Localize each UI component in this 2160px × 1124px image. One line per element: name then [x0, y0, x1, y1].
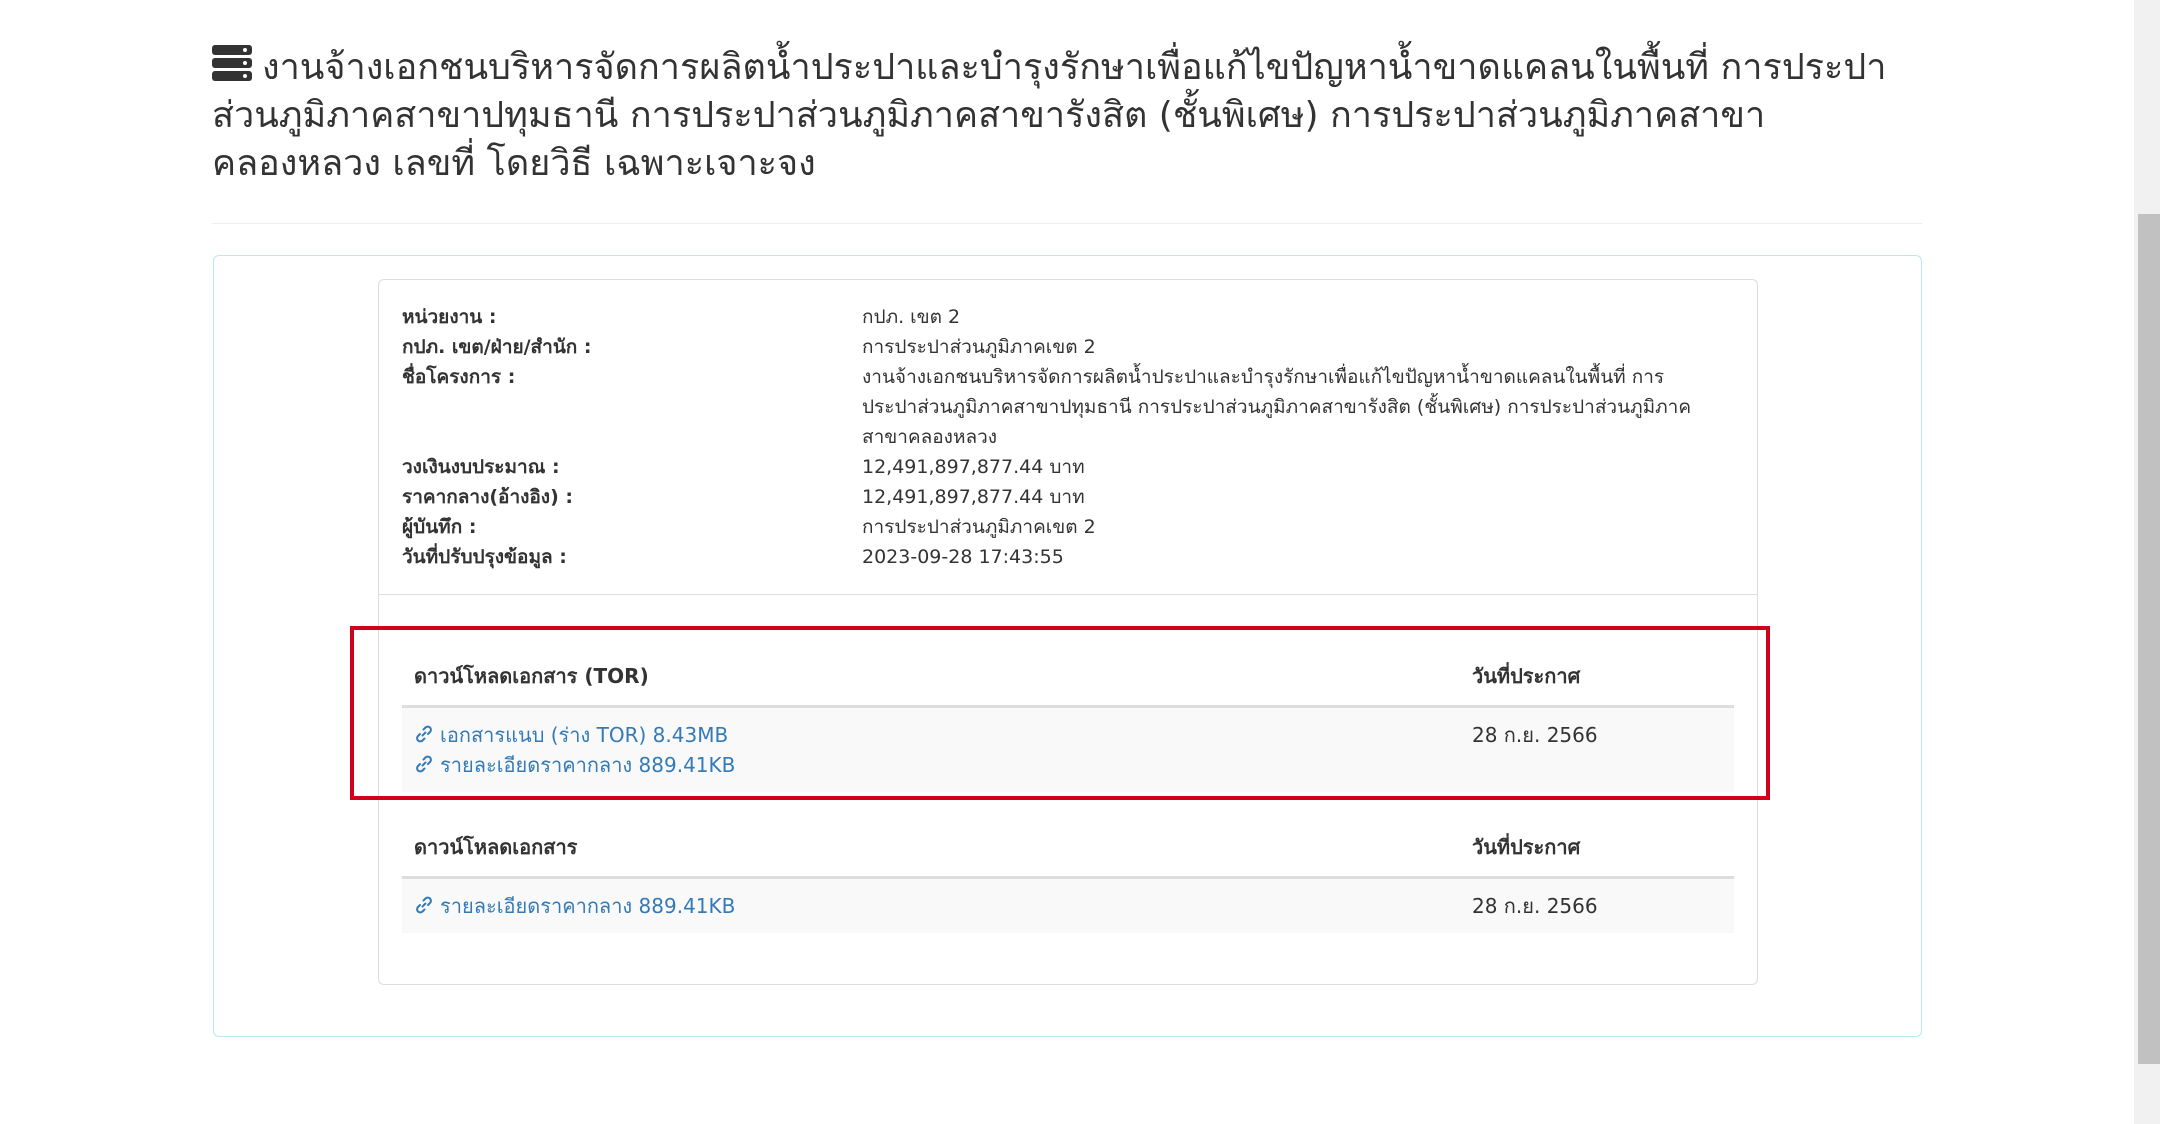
- info-row-project-name: ชื่อโครงการ : งานจ้างเอกชนบริหารจัดการผล…: [402, 362, 1722, 452]
- info-value: 2023-09-28 17:43:55: [862, 546, 1064, 568]
- scrollbar-thumb[interactable]: [2138, 214, 2160, 1064]
- page: งานจ้างเอกชนบริหารจัดการผลิตน้ำประปาและบ…: [0, 0, 2160, 1124]
- reference-price-link[interactable]: รายละเอียดราคากลาง 889.41KB: [414, 750, 1460, 780]
- page-title: งานจ้างเอกชนบริหารจัดการผลิตน้ำประปาและบ…: [212, 44, 1922, 188]
- documents-download-table: ดาวน์โหลดเอกสาร วันที่ประกาศ รายละเอียดร…: [402, 818, 1734, 933]
- info-section-divider: [378, 594, 1758, 595]
- column-header-download-tor: ดาวน์โหลดเอกสาร (TOR): [402, 647, 1460, 708]
- table-row: รายละเอียดราคากลาง 889.41KB 28 ก.ย. 2566: [402, 877, 1734, 933]
- info-label: ราคากลาง(อ้างอิง) :: [402, 486, 573, 508]
- info-value: การประปาส่วนภูมิภาคเขต 2: [862, 516, 1096, 538]
- document-links-cell: เอกสารแนบ (ร่าง TOR) 8.43MB รายละเอียดรา…: [402, 706, 1460, 792]
- info-label: วันที่ปรับปรุงข้อมูล :: [402, 546, 567, 568]
- info-value: งานจ้างเอกชนบริหารจัดการผลิตน้ำประปาและบ…: [862, 366, 1692, 448]
- link-icon: [416, 896, 432, 914]
- link-label: รายละเอียดราคากลาง 889.41KB: [440, 894, 736, 918]
- info-value: การประปาส่วนภูมิภาคเขต 2: [862, 336, 1096, 358]
- info-row-recorder: ผู้บันทึก : การประปาส่วนภูมิภาคเขต 2: [402, 512, 1722, 542]
- info-row-updated: วันที่ปรับปรุงข้อมูล : 2023-09-28 17:43:…: [402, 542, 1722, 572]
- info-value: 12,491,897,877.44 บาท: [862, 486, 1085, 508]
- table-row: เอกสารแนบ (ร่าง TOR) 8.43MB รายละเอียดรา…: [402, 706, 1734, 792]
- link-icon: [416, 725, 432, 743]
- info-label: ผู้บันทึก :: [402, 516, 477, 538]
- reference-price-link[interactable]: รายละเอียดราคากลาง 889.41KB: [414, 891, 1460, 921]
- page-title-text: งานจ้างเอกชนบริหารจัดการผลิตน้ำประปาและบ…: [212, 47, 1887, 184]
- announce-date-cell: 28 ก.ย. 2566: [1460, 706, 1734, 792]
- info-row-division: กปภ. เขต/ฝ่าย/สำนัก : การประปาส่วนภูมิภา…: [402, 332, 1722, 362]
- column-header-download-documents: ดาวน์โหลดเอกสาร: [402, 818, 1460, 879]
- info-row-budget: วงเงินงบประมาณ : 12,491,897,877.44 บาท: [402, 452, 1722, 482]
- tor-attachment-link[interactable]: เอกสารแนบ (ร่าง TOR) 8.43MB: [414, 720, 1460, 750]
- table-header-row: ดาวน์โหลดเอกสาร วันที่ประกาศ: [402, 818, 1734, 879]
- header-divider: [212, 223, 1922, 224]
- link-label: เอกสารแนบ (ร่าง TOR) 8.43MB: [440, 723, 729, 747]
- info-row-reference-price: ราคากลาง(อ้างอิง) : 12,491,897,877.44 บา…: [402, 482, 1722, 512]
- page-header: งานจ้างเอกชนบริหารจัดการผลิตน้ำประปาและบ…: [212, 44, 1922, 188]
- table-header-row: ดาวน์โหลดเอกสาร (TOR) วันที่ประกาศ: [402, 647, 1734, 708]
- column-header-announce-date: วันที่ประกาศ: [1460, 818, 1734, 879]
- tor-download-table: ดาวน์โหลดเอกสาร (TOR) วันที่ประกาศ เอกสา…: [402, 647, 1734, 792]
- info-label: วงเงินงบประมาณ :: [402, 456, 560, 478]
- server-stack-icon: [212, 45, 252, 81]
- announce-date-cell: 28 ก.ย. 2566: [1460, 877, 1734, 933]
- column-header-announce-date: วันที่ประกาศ: [1460, 647, 1734, 708]
- info-label: กปภ. เขต/ฝ่าย/สำนัก :: [402, 336, 592, 358]
- link-label: รายละเอียดราคากลาง 889.41KB: [440, 753, 736, 777]
- info-value: 12,491,897,877.44 บาท: [862, 456, 1085, 478]
- info-row-agency: หน่วยงาน : กปภ. เขต 2: [402, 302, 1722, 332]
- info-value: กปภ. เขต 2: [862, 306, 961, 328]
- info-label: หน่วยงาน :: [402, 306, 497, 328]
- info-label: ชื่อโครงการ :: [402, 366, 516, 388]
- project-info-list: หน่วยงาน : กปภ. เขต 2 กปภ. เขต/ฝ่าย/สำนั…: [402, 302, 1722, 572]
- document-links-cell: รายละเอียดราคากลาง 889.41KB: [402, 877, 1460, 933]
- link-icon: [416, 755, 432, 773]
